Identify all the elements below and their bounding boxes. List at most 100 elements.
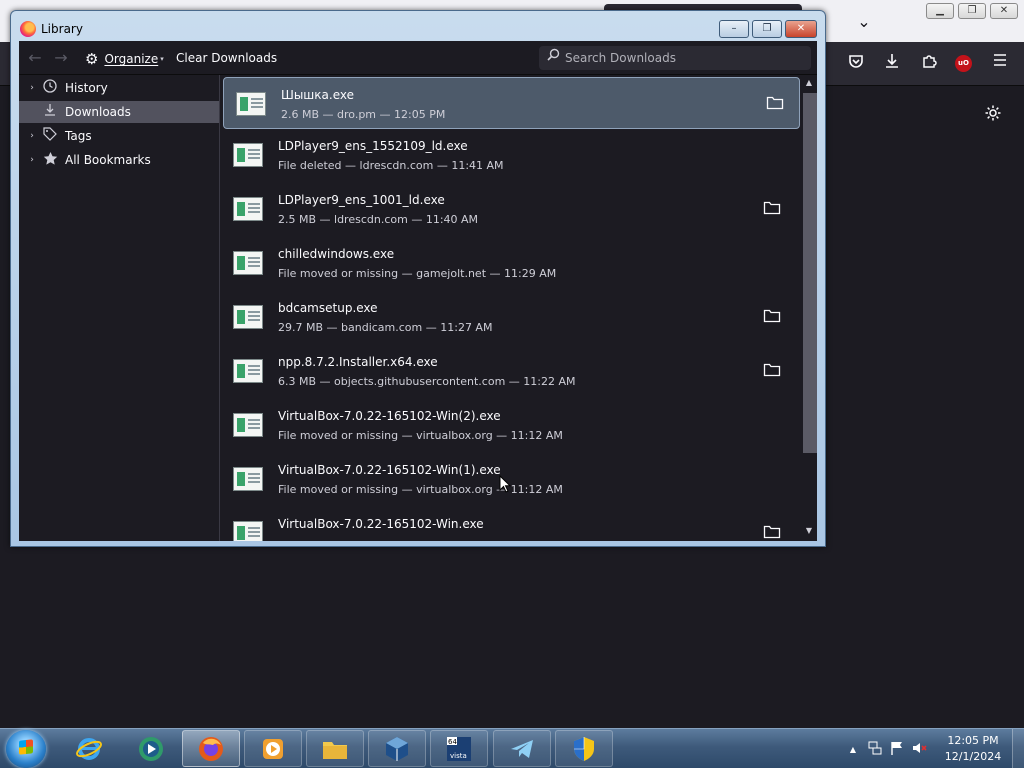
sidebar-item-history[interactable]: › History xyxy=(19,77,219,99)
download-item[interactable]: chilledwindows.exe File moved or missing… xyxy=(221,237,801,291)
mouse-cursor-icon xyxy=(499,474,512,493)
taskbar-virtualbox[interactable] xyxy=(368,730,426,767)
taskbar-media-player[interactable] xyxy=(244,730,302,767)
downloads-scrollbar[interactable]: ▲ ▼ xyxy=(801,75,817,541)
clock-icon xyxy=(41,79,59,97)
firefox-icon xyxy=(199,736,223,761)
virtualbox-icon xyxy=(386,736,408,761)
downloads-list: Шышка.exe 2.6 MB — dro.pm — 12:05 PM LDP… xyxy=(221,75,801,541)
download-status: 29.7 MB — bandicam.com — 11:27 AM xyxy=(278,321,493,334)
forward-button[interactable]: → xyxy=(51,49,71,67)
installer-file-icon xyxy=(233,143,263,167)
taskbar-internet-explorer[interactable] xyxy=(60,730,118,767)
installer-file-icon xyxy=(236,92,266,116)
clear-downloads-button[interactable]: Clear Downloads xyxy=(176,51,277,65)
taskbar-vista-64[interactable]: 64 vista xyxy=(430,730,488,767)
taskbar-firefox[interactable] xyxy=(182,730,240,767)
pocket-icon[interactable] xyxy=(845,52,867,74)
security-shield-icon xyxy=(574,736,594,761)
download-item[interactable]: VirtualBox-7.0.22-165102-Win(2).exe File… xyxy=(221,399,801,453)
internet-explorer-icon xyxy=(76,737,102,760)
download-filename: LDPlayer9_ens_1552109_ld.exe xyxy=(278,139,468,153)
browser-minimize-button[interactable]: ▁ xyxy=(926,3,954,19)
open-folder-icon[interactable] xyxy=(763,200,781,216)
sidebar-item-label: All Bookmarks xyxy=(65,153,151,167)
download-status: File moved or missing — gamejolt.net — 1… xyxy=(278,267,557,280)
download-icon[interactable] xyxy=(881,52,903,74)
ublock-icon[interactable]: uO xyxy=(955,55,972,72)
download-item[interactable]: VirtualBox-7.0.22-165102-Win(1).exe File… xyxy=(221,453,801,507)
scroll-down-arrow-icon[interactable]: ▼ xyxy=(801,523,817,539)
close-button[interactable]: ✕ xyxy=(785,20,817,38)
taskbar-file-explorer[interactable] xyxy=(306,730,364,767)
expand-chevron-icon[interactable]: › xyxy=(25,83,39,93)
network-icon[interactable] xyxy=(866,740,884,759)
open-folder-icon[interactable] xyxy=(763,362,781,378)
show-desktop-button[interactable] xyxy=(1012,729,1024,768)
library-content: ← → ⚙ Organize ▾ Clear Downloads › xyxy=(19,41,817,541)
download-item[interactable]: LDPlayer9_ens_1001_ld.exe 2.5 MB — ldres… xyxy=(221,183,801,237)
expand-chevron-icon[interactable]: › xyxy=(25,155,39,165)
download-filename: LDPlayer9_ens_1001_ld.exe xyxy=(278,193,445,207)
download-status: File deleted — ldrescdn.com — 11:41 AM xyxy=(278,159,504,172)
open-folder-icon[interactable] xyxy=(766,95,784,111)
download-status: 6.3 MB — objects.githubusercontent.com —… xyxy=(278,375,576,388)
open-folder-icon[interactable] xyxy=(763,524,781,540)
sidebar-item-downloads[interactable]: Downloads xyxy=(19,101,219,123)
download-filename: Шышка.exe xyxy=(281,88,354,102)
browser-close-button[interactable]: ✕ xyxy=(990,3,1018,19)
taskbar-telegram[interactable] xyxy=(493,730,551,767)
taskbar-security-shield[interactable] xyxy=(555,730,613,767)
extensions-icon[interactable] xyxy=(918,52,940,74)
download-item[interactable]: VirtualBox-7.0.22-165102-Win.exe xyxy=(221,507,801,541)
show-hidden-icons-icon[interactable]: ▲ xyxy=(844,745,862,754)
download-item[interactable]: bdcamsetup.exe 29.7 MB — bandicam.com — … xyxy=(221,291,801,345)
gear-icon: ⚙ xyxy=(85,50,99,68)
action-center-flag-icon[interactable] xyxy=(888,740,906,759)
sidebar-item-tags[interactable]: › Tags xyxy=(19,125,219,147)
media-player-icon xyxy=(263,738,283,759)
volume-muted-icon[interactable] xyxy=(910,740,928,759)
download-filename: bdcamsetup.exe xyxy=(278,301,378,315)
installer-file-icon xyxy=(233,521,263,541)
minimize-button[interactable]: – xyxy=(719,20,749,38)
installer-file-icon xyxy=(233,413,263,437)
scroll-up-arrow-icon[interactable]: ▲ xyxy=(801,75,817,91)
browser-restore-button[interactable]: ❐ xyxy=(958,3,986,19)
download-filename: chilledwindows.exe xyxy=(278,247,395,261)
search-box[interactable] xyxy=(539,46,811,70)
library-toolbar: ← → ⚙ Organize ▾ Clear Downloads xyxy=(19,41,817,75)
library-window: Library – ❐ ✕ ← → ⚙ Organize ▾ Clear Dow… xyxy=(10,10,826,547)
restore-button[interactable]: ❐ xyxy=(752,20,782,38)
back-button[interactable]: ← xyxy=(25,49,45,67)
svg-text:64: 64 xyxy=(448,738,457,746)
system-tray: ▲ xyxy=(842,729,930,768)
download-item[interactable]: LDPlayer9_ens_1552109_ld.exe File delete… xyxy=(221,129,801,183)
organize-menu-button[interactable]: ⚙ Organize ▾ xyxy=(85,49,164,69)
taskbar-media-center[interactable] xyxy=(122,730,180,767)
installer-file-icon xyxy=(233,305,263,329)
clock[interactable]: 12:05 PM 12/1/2024 xyxy=(940,733,1006,765)
scroll-thumb[interactable] xyxy=(803,93,817,453)
star-icon xyxy=(41,151,59,170)
organize-label: Organize xyxy=(104,52,159,66)
download-item[interactable]: Шышка.exe 2.6 MB — dro.pm — 12:05 PM xyxy=(223,77,800,129)
download-item[interactable]: npp.8.7.2.Installer.x64.exe 6.3 MB — obj… xyxy=(221,345,801,399)
clock-time: 12:05 PM xyxy=(947,734,999,747)
download-status: 2.5 MB — ldrescdn.com — 11:40 AM xyxy=(278,213,479,226)
search-input[interactable] xyxy=(565,49,805,67)
menu-icon[interactable] xyxy=(989,52,1011,74)
vista-64-icon: 64 vista xyxy=(447,736,471,761)
windows-flag-icon xyxy=(19,739,33,755)
expand-chevron-icon[interactable]: › xyxy=(25,131,39,141)
tab-list-chevron-icon[interactable]: ⌄ xyxy=(852,10,876,34)
download-icon xyxy=(41,103,59,121)
library-sidebar: › History Downloads › Tags › All Bookmar… xyxy=(19,75,220,541)
firefox-icon xyxy=(20,21,36,37)
sidebar-item-label: History xyxy=(65,81,108,95)
sidebar-item-all-bookmarks[interactable]: › All Bookmarks xyxy=(19,149,219,171)
gear-icon[interactable] xyxy=(981,104,1005,128)
open-folder-icon[interactable] xyxy=(763,308,781,324)
download-filename: npp.8.7.2.Installer.x64.exe xyxy=(278,355,438,369)
windows-start-icon[interactable] xyxy=(6,730,46,768)
